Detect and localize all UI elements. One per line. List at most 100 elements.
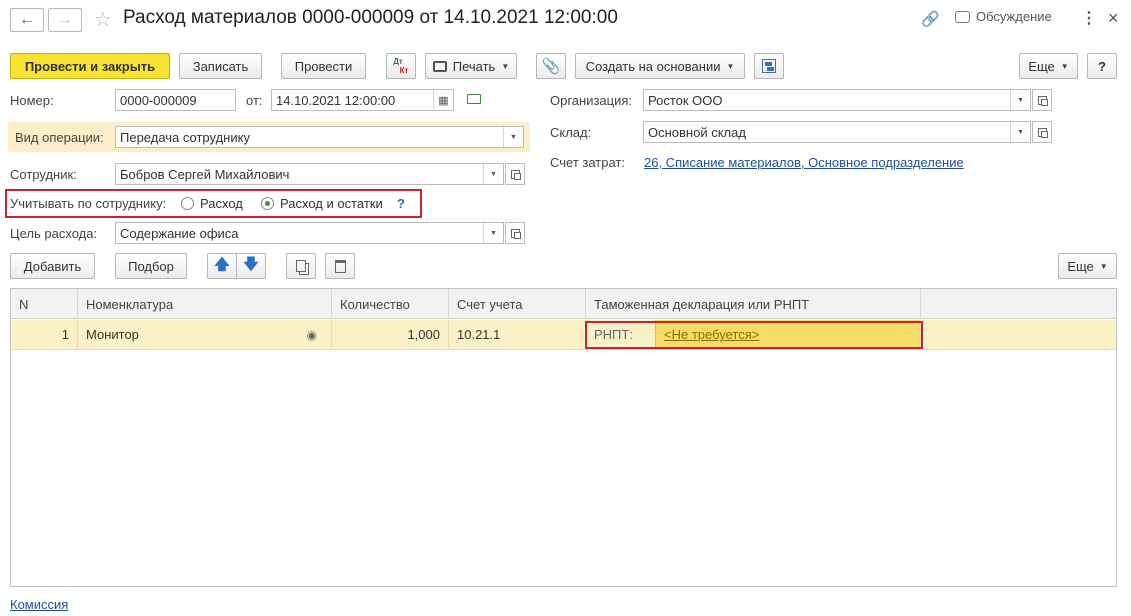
dt-kt-button[interactable]: Дт Кт	[386, 53, 416, 79]
radio-expense-balance-label: Расход и остатки	[280, 196, 383, 211]
column-header-customs[interactable]: Таможенная декларация или РНПТ	[586, 289, 921, 319]
link-icon[interactable]: 🔗	[921, 10, 940, 28]
purpose-select[interactable]: Содержание офиса ▼	[115, 222, 504, 244]
warehouse-open-button[interactable]	[1032, 121, 1052, 143]
operation-value: Передача сотруднику	[120, 129, 250, 145]
page-title: Расход материалов 0000-000009 от 14.10.2…	[123, 7, 618, 28]
number-label: Номер:	[10, 93, 54, 108]
cost-account-label: Счет затрат:	[550, 155, 625, 170]
arrow-right-icon: →	[57, 11, 73, 28]
table-more-label: Еще	[1067, 258, 1094, 274]
date-field[interactable]: 14.10.2021 12:00:00 ▦	[271, 89, 454, 111]
radio-expense-balance[interactable]: Расход и остатки	[261, 196, 383, 211]
row-item-cell[interactable]: Монитор ◉	[78, 320, 332, 349]
column-header-qty[interactable]: Количество	[332, 289, 449, 319]
discussion-label: Обсуждение	[976, 9, 1052, 24]
column-header-account[interactable]: Счет учета	[449, 289, 586, 319]
help-button[interactable]: ?	[1087, 53, 1117, 79]
operation-label: Вид операции:	[15, 130, 104, 145]
row-qty[interactable]: 1,000	[332, 320, 449, 349]
document-status-icon	[467, 94, 481, 104]
chevron-down-icon[interactable]: ▼	[1010, 90, 1030, 110]
row-number: 1	[11, 320, 78, 349]
copy-icon	[296, 260, 306, 272]
paperclip-icon: 📎	[541, 58, 561, 75]
chevron-down-icon: ▼	[501, 61, 510, 71]
radio-expense-label: Расход	[200, 196, 243, 211]
print-label: Печать	[452, 58, 496, 74]
organization-select[interactable]: Росток ООО ▼	[643, 89, 1031, 111]
open-icon	[1037, 95, 1048, 106]
radio-help-icon[interactable]: ?	[397, 196, 405, 211]
purpose-open-button[interactable]	[505, 222, 525, 244]
chevron-down-icon[interactable]: ▼	[503, 127, 523, 147]
column-header-n[interactable]: N	[11, 289, 78, 319]
clipboard-icon	[334, 259, 346, 273]
pick-button[interactable]: Подбор	[115, 253, 187, 279]
printer-icon	[432, 60, 447, 72]
dt-label: Дт	[393, 57, 403, 66]
move-up-button[interactable]: 🡅	[207, 253, 237, 279]
structure-button[interactable]	[754, 53, 784, 79]
copy-button[interactable]	[286, 253, 316, 279]
chevron-down-icon[interactable]: ▼	[1010, 122, 1030, 142]
row-account[interactable]: 10.21.1	[449, 320, 586, 349]
rnpt-highlight	[585, 321, 923, 349]
warehouse-label: Склад:	[550, 125, 592, 140]
chevron-down-icon[interactable]: ▼	[483, 223, 503, 243]
chat-bubble-icon	[955, 10, 970, 23]
move-down-button[interactable]: 🡇	[236, 253, 266, 279]
employee-open-button[interactable]	[505, 163, 525, 185]
organization-open-button[interactable]	[1032, 89, 1052, 111]
forward-button[interactable]: →	[48, 8, 82, 32]
print-button[interactable]: Печать ▼	[425, 53, 517, 79]
back-button[interactable]: ←	[10, 8, 44, 32]
open-icon	[510, 169, 521, 180]
open-icon	[1037, 127, 1048, 138]
employee-value: Бобров Сергей Михайлович	[120, 166, 290, 182]
arrow-down-icon: 🡇	[243, 255, 259, 273]
purpose-value: Содержание офиса	[120, 225, 239, 241]
arrow-left-icon: ←	[19, 11, 35, 28]
organization-value: Росток ООО	[648, 92, 723, 108]
add-button[interactable]: Добавить	[10, 253, 95, 279]
more-label: Еще	[1028, 58, 1055, 74]
more-vertical-icon[interactable]: ⋮	[1081, 8, 1097, 28]
kt-label: Кт	[399, 66, 409, 75]
radio-on-icon	[261, 197, 274, 210]
warehouse-value: Основной склад	[648, 124, 746, 140]
employee-select[interactable]: Бобров Сергей Михайлович ▼	[115, 163, 504, 185]
hierarchy-icon	[762, 59, 776, 73]
organization-label: Организация:	[550, 93, 633, 108]
discussion-button[interactable]: Обсуждение	[955, 9, 1052, 24]
eye-search-icon[interactable]: ◉	[307, 328, 317, 342]
arrow-up-icon: 🡅	[214, 255, 230, 273]
calendar-icon[interactable]: ▦	[433, 90, 453, 110]
radio-expense[interactable]: Расход	[181, 196, 243, 211]
table-more-button[interactable]: Еще ▼	[1058, 253, 1117, 279]
table-row[interactable]: 1 Монитор ◉ 1,000 10.21.1 РНПТ: <Не треб…	[11, 320, 1116, 350]
commission-link[interactable]: Комиссия	[10, 597, 68, 612]
purpose-label: Цель расхода:	[10, 226, 98, 241]
more-button[interactable]: Еще ▼	[1019, 53, 1078, 79]
chevron-down-icon: ▼	[1099, 261, 1108, 271]
chevron-down-icon[interactable]: ▼	[483, 164, 503, 184]
create-based-on-button[interactable]: Создать на основании ▼	[575, 53, 745, 79]
warehouse-select[interactable]: Основной склад ▼	[643, 121, 1031, 143]
post-button[interactable]: Провести	[281, 53, 366, 79]
paste-button[interactable]	[325, 253, 355, 279]
post-and-close-button[interactable]: Провести и закрыть	[10, 53, 170, 79]
attach-button[interactable]: 📎	[536, 53, 566, 79]
number-field[interactable]: 0000-000009	[115, 89, 236, 111]
open-icon	[510, 228, 521, 239]
table-header: N Номенклатура Количество Счет учета Там…	[11, 289, 1116, 319]
operation-select[interactable]: Передача сотруднику ▼	[115, 126, 524, 148]
save-button[interactable]: Записать	[179, 53, 262, 79]
favorite-star-icon[interactable]: ☆	[94, 7, 112, 32]
date-value: 14.10.2021 12:00:00	[276, 92, 396, 108]
row-item: Монитор	[86, 327, 139, 342]
column-header-item[interactable]: Номенклатура	[78, 289, 332, 319]
cost-account-link[interactable]: 26, Списание материалов, Основное подраз…	[644, 155, 964, 170]
close-icon[interactable]: ×	[1108, 8, 1119, 29]
date-label: от:	[246, 93, 263, 108]
